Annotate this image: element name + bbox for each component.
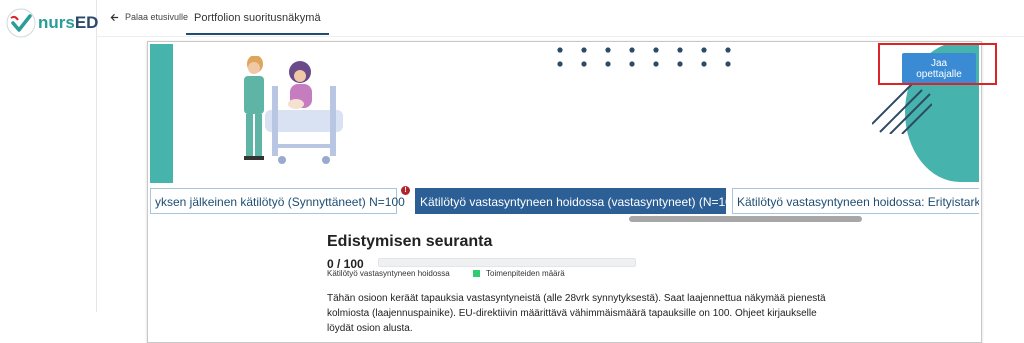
tab-newborn-care[interactable]: Kätilötyö vastasyntyneen hoidossa (vasta… — [415, 188, 743, 214]
hero-banner: Jaa opettajalle — [150, 44, 979, 183]
progress-legend: Toimenpiteiden määrä — [473, 269, 565, 278]
top-navigation: Palaa etusivulle Portfolion suoritusnäky… — [96, 0, 1024, 37]
logo-text: nursED — [38, 13, 99, 32]
sidebar: nursED — [0, 0, 98, 312]
progress-section-title: Edistymisen seuranta — [327, 233, 493, 250]
tab-portfolio-overview[interactable]: Portfolion suoritusnäkymä — [186, 9, 329, 35]
nurse-mother-newborn-illustration — [244, 56, 343, 164]
back-link-label: Palaa etusivulle — [125, 12, 189, 22]
dot-pattern-icon — [557, 47, 731, 67]
category-tab-strip[interactable]: yksen jälkeinen kätilötyö (Synnyttäneet)… — [150, 188, 979, 214]
progress-bar — [378, 258, 636, 267]
arrow-left-icon — [110, 13, 119, 21]
progress-category-label: Kätilötyö vastasyntyneen hoidossa — [327, 269, 450, 278]
legend-label: Toimenpiteiden määrä — [486, 269, 565, 278]
legend-swatch — [473, 270, 480, 277]
section-description: Tähän osioon keräät tapauksia vastasynty… — [327, 293, 826, 334]
tab-newborn-special-care[interactable]: Kätilötyö vastasyntyneen hoidossa: Erity… — [732, 188, 979, 214]
check-leaf-icon — [6, 8, 36, 38]
tab-strip-scrollbar[interactable] — [629, 216, 862, 222]
tab-postnatal-care[interactable]: yksen jälkeinen kätilötyö (Synnyttäneet)… — [150, 188, 405, 214]
back-to-home-link[interactable]: Palaa etusivulle — [110, 12, 188, 22]
share-button-highlight — [878, 43, 997, 85]
banner-accent-strip — [150, 44, 173, 183]
nursed-logo[interactable]: nursED — [6, 8, 98, 38]
alert-icon: ! — [401, 186, 410, 195]
